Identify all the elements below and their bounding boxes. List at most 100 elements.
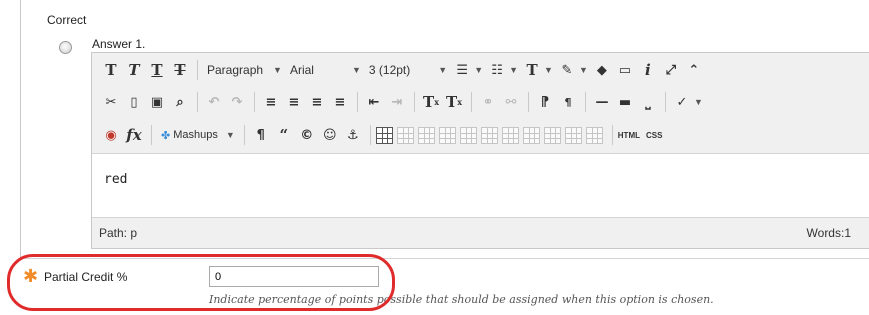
align-left-icon[interactable]: ≡ bbox=[260, 91, 282, 113]
math-formula-icon[interactable]: fx bbox=[123, 124, 145, 146]
cut-icon[interactable]: ✂ bbox=[100, 91, 122, 113]
toolbar-divider bbox=[585, 92, 586, 112]
nonbreaking-space-icon[interactable]: ⎵ bbox=[637, 91, 659, 113]
paste-icon[interactable]: ▣ bbox=[146, 91, 168, 113]
bullet-list-icon[interactable]: ☰ bbox=[451, 59, 473, 81]
subscript-label: T bbox=[446, 93, 458, 111]
toolbar-row-1: T T T T Paragraph ▼ Arial ▼ 3 (12pt) ▼ ☰ ▼ ☷… bbox=[100, 55, 706, 85]
split-cells-icon[interactable] bbox=[564, 126, 582, 144]
css-button[interactable]: CSS bbox=[646, 131, 662, 140]
chevron-down-icon[interactable]: ▼ bbox=[694, 97, 703, 107]
delete-row-icon[interactable] bbox=[480, 126, 498, 144]
toolbar-divider bbox=[197, 60, 198, 80]
toolbar-divider bbox=[528, 92, 529, 112]
toolbar-divider bbox=[665, 92, 666, 112]
copy-icon[interactable]: ▯ bbox=[123, 91, 145, 113]
eraser-icon[interactable]: ◆ bbox=[591, 59, 613, 81]
merge-cells-icon[interactable] bbox=[585, 126, 603, 144]
em-dash-icon[interactable]: ▬ bbox=[614, 91, 636, 113]
font-select-value: Arial bbox=[289, 63, 314, 77]
fullscreen-icon[interactable]: ⤢ bbox=[660, 59, 682, 81]
chevron-down-icon: ▼ bbox=[273, 65, 282, 75]
insert-row-before-icon[interactable] bbox=[438, 126, 456, 144]
superscript-mark: x bbox=[434, 97, 439, 107]
preview-icon[interactable]: ▭ bbox=[614, 59, 636, 81]
html-button[interactable]: HTML bbox=[618, 131, 640, 140]
insert-row-after-icon[interactable] bbox=[459, 126, 477, 144]
mashups-label: Mashups bbox=[173, 129, 218, 141]
align-justify-icon[interactable]: ≡ bbox=[329, 91, 351, 113]
chevron-down-icon: ▼ bbox=[351, 65, 361, 75]
underline-button[interactable]: T bbox=[146, 59, 168, 81]
toolbar-divider bbox=[151, 125, 152, 145]
size-select[interactable]: 3 (12pt) ▼ bbox=[365, 59, 451, 81]
numbered-list-icon[interactable]: ☷ bbox=[486, 59, 508, 81]
correct-label: Correct bbox=[47, 13, 87, 27]
toolbar-divider bbox=[357, 92, 358, 112]
highlight-annotation bbox=[7, 254, 395, 311]
subscript-button[interactable]: Tx bbox=[443, 91, 465, 113]
correct-radio[interactable] bbox=[59, 41, 72, 54]
paragraph-button[interactable]: ¶ bbox=[250, 124, 272, 146]
toolbar-divider bbox=[254, 92, 255, 112]
toolbar-divider bbox=[471, 92, 472, 112]
bold-button[interactable]: T bbox=[100, 59, 122, 81]
emoticon-icon[interactable]: ☺ bbox=[319, 124, 341, 146]
format-select-value: Paragraph bbox=[207, 63, 264, 77]
anchor-icon[interactable]: ⚓ bbox=[342, 124, 364, 146]
element-path: Path: p bbox=[99, 226, 138, 240]
outdent-icon[interactable]: ⇤ bbox=[363, 91, 385, 113]
toolbar-row-2: ✂ ▯ ▣ ⌕ ↶ ↷ ≡ ≡ ≡ ≡ ⇤ ⇥ Tx Tx ⚭ ⚯ ⁋ ¶ — … bbox=[100, 87, 706, 117]
show-blocks-button[interactable]: ¶ bbox=[557, 91, 579, 113]
highlight-icon[interactable]: ✎ bbox=[556, 59, 578, 81]
collapse-icon[interactable]: ⌃ bbox=[683, 59, 705, 81]
insert-col-after-icon[interactable] bbox=[522, 126, 540, 144]
align-right-icon[interactable]: ≡ bbox=[306, 91, 328, 113]
align-center-icon[interactable]: ≡ bbox=[283, 91, 305, 113]
toolbar-divider bbox=[197, 92, 198, 112]
format-select[interactable]: Paragraph ▼ bbox=[203, 59, 286, 81]
chevron-down-icon[interactable]: ▼ bbox=[474, 65, 483, 75]
chevron-down-icon: ▼ bbox=[438, 65, 448, 75]
table-row-props-icon[interactable] bbox=[396, 126, 414, 144]
editor-statusbar: Path: p Words:1 bbox=[92, 217, 869, 248]
quote-button[interactable]: “ bbox=[273, 124, 295, 146]
toolbar-row-3: ◉ fx ✤ Mashups ▼ ¶ “ © ☺ ⚓ HTML CSS bbox=[100, 120, 668, 150]
chevron-down-icon[interactable]: ▼ bbox=[579, 65, 588, 75]
redo-icon[interactable]: ↷ bbox=[226, 91, 248, 113]
find-icon[interactable]: ⌕ bbox=[169, 91, 191, 113]
spellcheck-icon[interactable]: ✓ bbox=[671, 91, 693, 113]
indent-icon[interactable]: ⇥ bbox=[386, 91, 408, 113]
chevron-down-icon[interactable]: ▼ bbox=[544, 65, 553, 75]
copyright-button[interactable]: © bbox=[296, 124, 318, 146]
link-icon[interactable]: ⚭ bbox=[477, 91, 499, 113]
delete-col-icon[interactable] bbox=[543, 126, 561, 144]
font-select[interactable]: Arial ▼ bbox=[286, 59, 365, 81]
strikethrough-button[interactable]: T bbox=[169, 59, 191, 81]
mashups-icon: ✤ bbox=[161, 129, 171, 142]
mashups-select[interactable]: ✤ Mashups ▼ bbox=[161, 129, 235, 142]
superscript-label: T bbox=[423, 93, 435, 111]
answer-panel: Correct Answer 1. T T T T Paragraph ▼ Ari… bbox=[20, 0, 869, 258]
editor-toolbar: T T T T Paragraph ▼ Arial ▼ 3 (12pt) ▼ ☰ ▼ ☷… bbox=[92, 53, 869, 154]
table-icon[interactable] bbox=[375, 126, 393, 144]
table-cell-props-icon[interactable] bbox=[417, 126, 435, 144]
toolbar-divider bbox=[369, 125, 371, 145]
superscript-button[interactable]: Tx bbox=[420, 91, 442, 113]
text-color-button[interactable]: T bbox=[521, 59, 543, 81]
chevron-down-icon: ▼ bbox=[225, 130, 235, 140]
editor-content[interactable]: red bbox=[92, 155, 869, 219]
toolbar-divider bbox=[243, 125, 245, 145]
ltr-icon[interactable]: ⁋ bbox=[534, 91, 556, 113]
record-icon[interactable]: ◉ bbox=[100, 124, 122, 146]
horizontal-line-icon[interactable]: — bbox=[591, 91, 613, 113]
unlink-icon[interactable]: ⚯ bbox=[500, 91, 522, 113]
italic-button[interactable]: T bbox=[123, 59, 145, 81]
toolbar-divider bbox=[611, 125, 613, 145]
undo-icon[interactable]: ↶ bbox=[203, 91, 225, 113]
chevron-down-icon[interactable]: ▼ bbox=[509, 65, 518, 75]
info-button[interactable]: i bbox=[637, 59, 659, 81]
toolbar-divider bbox=[414, 92, 415, 112]
subscript-mark: x bbox=[457, 97, 462, 107]
insert-col-before-icon[interactable] bbox=[501, 126, 519, 144]
